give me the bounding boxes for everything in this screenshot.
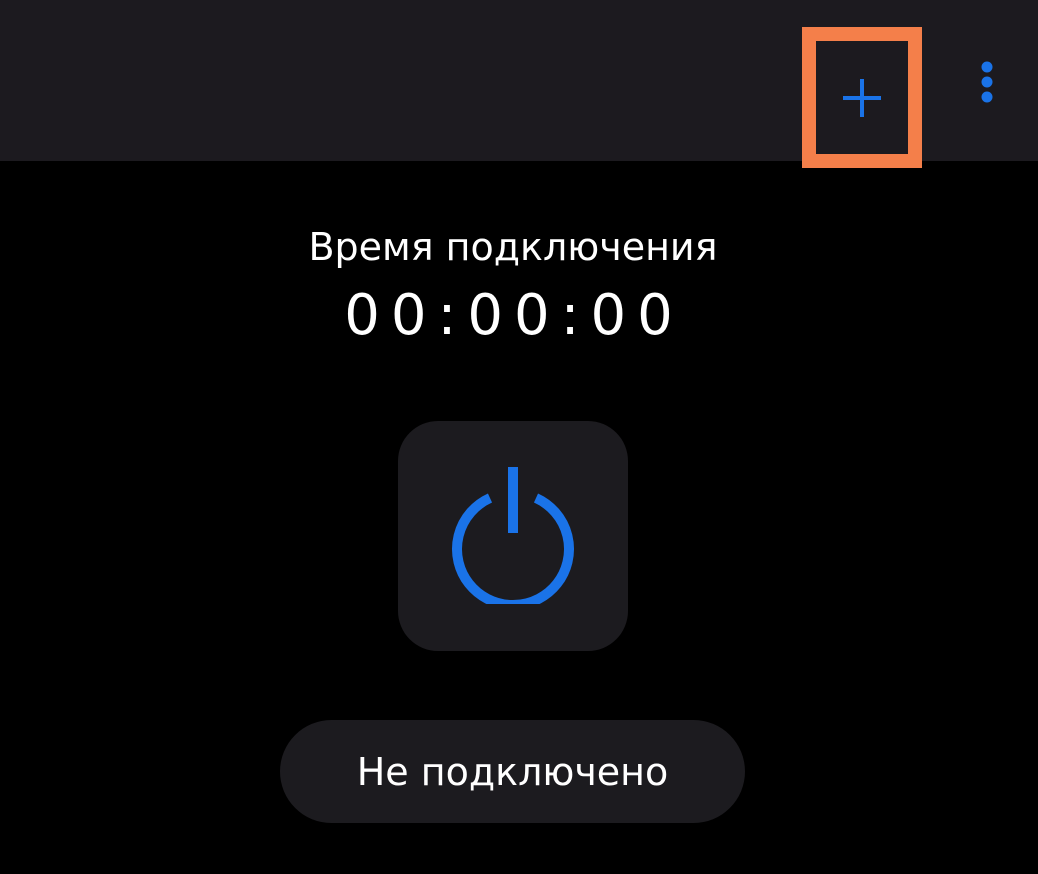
power-icon xyxy=(443,464,583,610)
more-options-button[interactable] xyxy=(962,55,1012,115)
connection-status-text: Не подключено xyxy=(356,749,669,794)
connect-power-button[interactable] xyxy=(398,421,628,651)
top-app-bar xyxy=(0,0,1038,168)
vpn-screen: Время подключения 00:00:00 Не подключено xyxy=(0,0,1038,874)
add-button[interactable] xyxy=(802,27,922,168)
connection-status-badge: Не подключено xyxy=(280,720,745,823)
more-vertical-icon xyxy=(980,58,994,112)
connection-time-value: 00:00:00 xyxy=(344,283,684,348)
connection-time-label: Время подключения xyxy=(308,225,718,269)
plus-icon xyxy=(841,77,883,119)
